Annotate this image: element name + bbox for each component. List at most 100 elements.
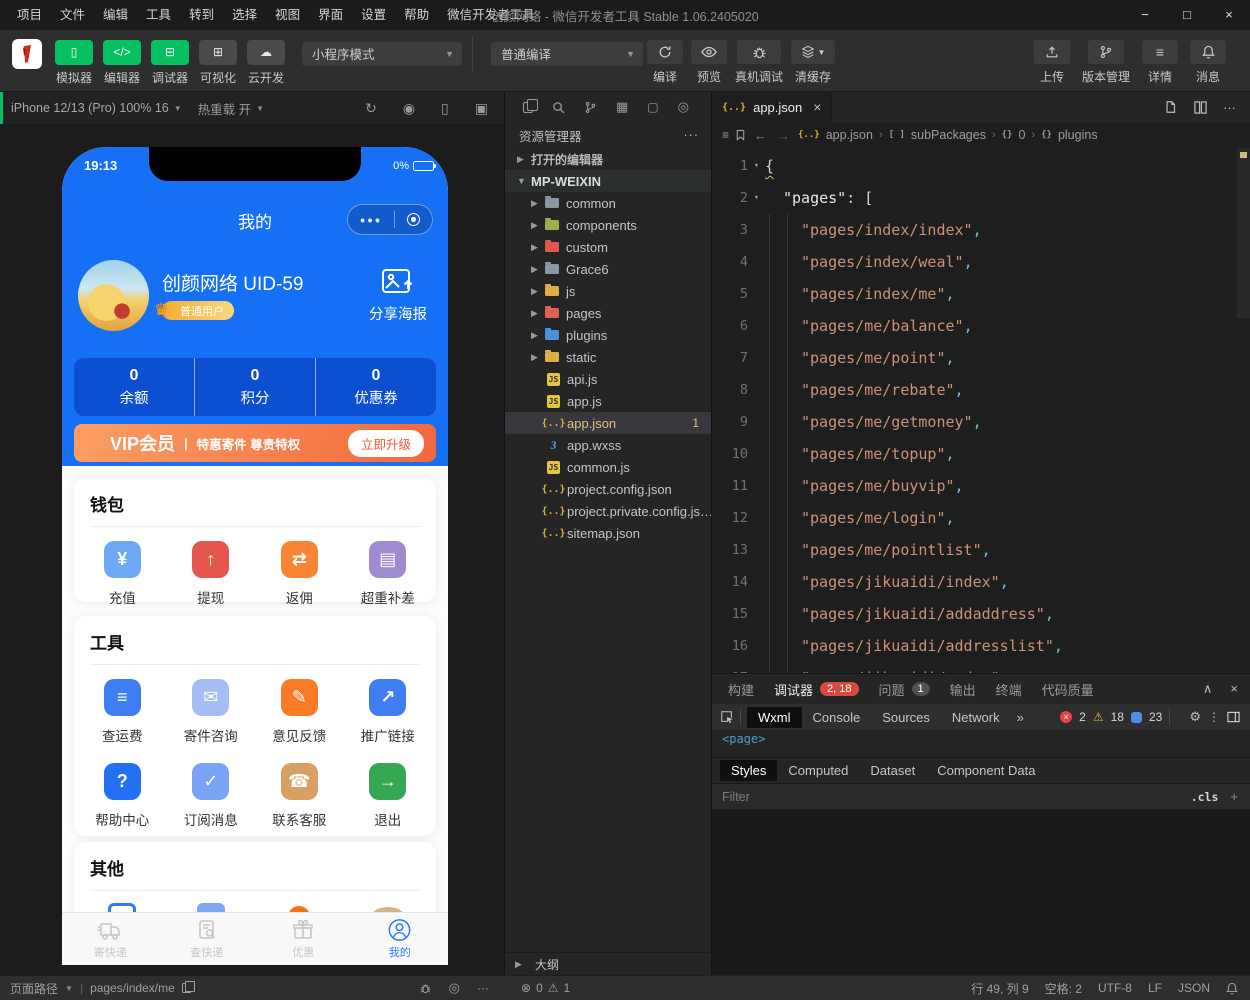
preview-button[interactable]: 预览 bbox=[691, 40, 727, 85]
code-line[interactable]: 14 "pages/jikuaidi/index", bbox=[712, 566, 1236, 598]
menu-item[interactable]: 微信开发者工具 bbox=[438, 0, 544, 30]
breadcrumb-file[interactable]: app.json bbox=[826, 128, 873, 142]
explorer-file-row[interactable]: JS common.js bbox=[505, 456, 711, 478]
panel-toggle-button[interactable]: ▯ 模拟器 bbox=[50, 40, 98, 86]
debugger-tab[interactable]: 问题 1 bbox=[879, 680, 930, 699]
style-tab[interactable]: Styles bbox=[720, 760, 777, 781]
tab-send-express[interactable]: 寄快递 bbox=[62, 913, 159, 965]
code-line[interactable]: 13 "pages/me/pointlist", bbox=[712, 534, 1236, 566]
debugger-tab[interactable]: 代码质量 bbox=[1042, 680, 1094, 699]
explorer-file-row[interactable]: {..} project.private.config.js… bbox=[505, 500, 711, 522]
message-count[interactable]: 23 bbox=[1149, 710, 1162, 724]
explorer-folder-row[interactable]: ▶ common bbox=[505, 192, 711, 214]
remote-debug-button[interactable]: 真机调试 bbox=[735, 40, 783, 85]
compile-mode-select[interactable]: 普通编译 ▼ bbox=[491, 42, 643, 66]
code-line[interactable]: 3 "pages/index/index", bbox=[712, 214, 1236, 246]
outline-box-icon[interactable]: ▢ bbox=[647, 100, 658, 114]
code-line[interactable]: 17 "pages/jikuaidi/order", bbox=[712, 662, 1236, 673]
panel-toggle-button[interactable]: ⊞ 可视化 bbox=[194, 40, 242, 86]
tools-grid-item[interactable]: ✉ 寄件咨询 bbox=[167, 679, 256, 745]
eol-setting[interactable]: LF bbox=[1148, 981, 1162, 995]
debugger-tab[interactable]: 终端 bbox=[996, 680, 1022, 699]
bell-icon[interactable] bbox=[1226, 982, 1238, 995]
upgrade-button[interactable]: 立即升级 bbox=[348, 430, 424, 457]
add-style-icon[interactable]: + bbox=[1230, 789, 1238, 804]
miniprogram-capsule[interactable]: ●●● bbox=[347, 204, 433, 235]
restart-icon[interactable]: ↻ bbox=[365, 100, 377, 117]
menu-item[interactable]: 选择 bbox=[223, 0, 266, 30]
points-stat[interactable]: 0 积分 bbox=[194, 358, 315, 416]
explorer-folder-row[interactable]: ▶ static bbox=[505, 346, 711, 368]
more-actions-icon[interactable]: ··· bbox=[477, 981, 489, 995]
split-editor-icon[interactable] bbox=[1194, 101, 1207, 114]
tools-grid-item[interactable]: ? 帮助中心 bbox=[78, 763, 167, 829]
menu-item[interactable]: 文件 bbox=[51, 0, 94, 30]
open-editors-icon[interactable] bbox=[523, 102, 533, 113]
kebab-menu-icon[interactable]: ⋮ bbox=[1208, 710, 1220, 724]
code-line[interactable]: 9 "pages/me/getmoney", bbox=[712, 406, 1236, 438]
close-button[interactable]: × bbox=[1208, 0, 1250, 30]
tab-track-express[interactable]: 查快递 bbox=[159, 913, 256, 965]
toggle-class-button[interactable]: .cls bbox=[1191, 790, 1219, 804]
debugger-tab[interactable]: 输出 bbox=[950, 680, 976, 699]
code-line[interactable]: 15 "pages/jikuaidi/addaddress", bbox=[712, 598, 1236, 630]
compile-button[interactable]: 编译 bbox=[647, 40, 683, 85]
devtools-tab[interactable]: Console bbox=[802, 707, 872, 728]
style-filter-input[interactable] bbox=[722, 790, 1191, 804]
menu-item[interactable]: 项目 bbox=[8, 0, 51, 30]
minimize-button[interactable]: − bbox=[1124, 0, 1166, 30]
menu-item[interactable]: 界面 bbox=[309, 0, 352, 30]
panel-toggle-button[interactable]: ☁ 云开发 bbox=[242, 40, 290, 86]
tools-grid-item[interactable]: ↗ 推广链接 bbox=[344, 679, 433, 745]
explorer-folder-row[interactable]: ▶ plugins bbox=[505, 324, 711, 346]
explorer-folder-row[interactable]: ▶ js bbox=[505, 280, 711, 302]
code-line[interactable]: 11 "pages/me/buyvip", bbox=[712, 470, 1236, 502]
preview-eye-icon[interactable]: ◎ bbox=[678, 99, 689, 115]
project-root[interactable]: ▼ MP-WEIXIN bbox=[505, 170, 711, 192]
search-icon[interactable] bbox=[552, 101, 565, 114]
tab-me[interactable]: 我的 bbox=[352, 913, 449, 965]
tab-app-json[interactable]: {..} app.json × bbox=[712, 92, 832, 122]
menu-item[interactable]: 编辑 bbox=[94, 0, 137, 30]
details-button[interactable]: ≡ 详情 bbox=[1142, 40, 1178, 85]
code-line[interactable]: 4 "pages/index/weal", bbox=[712, 246, 1236, 278]
fold-chevron-icon[interactable]: ▾ bbox=[748, 193, 765, 203]
wallet-grid-item[interactable]: ▤ 超重补差 bbox=[344, 541, 433, 607]
wallet-grid-item[interactable]: ¥ 充值 bbox=[78, 541, 167, 607]
mode-select[interactable]: 小程序模式 ▼ bbox=[302, 42, 462, 66]
hot-reload-toggle[interactable]: 热重载 开 ▼ bbox=[188, 99, 274, 118]
page-path-label[interactable]: 页面路径 bbox=[10, 980, 58, 997]
menu-item[interactable]: 设置 bbox=[352, 0, 395, 30]
problems-summary[interactable]: ⊗ 0 ⚠ 1 bbox=[505, 981, 712, 995]
explorer-folder-row[interactable]: ▶ Grace6 bbox=[505, 258, 711, 280]
devtools-tab[interactable]: Network bbox=[941, 707, 1011, 728]
breadcrumb-segment[interactable]: subPackages bbox=[911, 128, 986, 142]
indentation-setting[interactable]: 空格: 2 bbox=[1045, 980, 1082, 997]
error-count[interactable]: 2 bbox=[1079, 710, 1086, 724]
menu-item[interactable]: 工具 bbox=[137, 0, 180, 30]
devtools-tab[interactable]: Wxml bbox=[747, 707, 802, 728]
breadcrumb-segment[interactable]: plugins bbox=[1058, 128, 1098, 142]
explorer-file-row[interactable]: JS app.js bbox=[505, 390, 711, 412]
more-dots-icon[interactable]: ●●● bbox=[360, 215, 382, 225]
style-tab[interactable]: Computed bbox=[777, 760, 859, 781]
forward-arrow-icon[interactable]: → bbox=[777, 128, 790, 143]
device-frame-icon[interactable]: ▯ bbox=[441, 100, 449, 117]
bookmark-icon[interactable] bbox=[735, 129, 746, 141]
git-branch-icon[interactable] bbox=[584, 101, 597, 114]
outline-section[interactable]: ▶ 大纲 bbox=[505, 952, 711, 975]
tools-grid-item[interactable]: ☎ 联系客服 bbox=[255, 763, 344, 829]
record-icon[interactable]: ◉ bbox=[403, 100, 415, 117]
multi-window-icon[interactable]: ▣ bbox=[475, 100, 488, 117]
scrollbar[interactable] bbox=[1237, 148, 1250, 318]
tools-grid-item[interactable]: → 退出 bbox=[344, 763, 433, 829]
tools-grid-item[interactable]: ✓ 订阅消息 bbox=[167, 763, 256, 829]
style-tab[interactable]: Component Data bbox=[926, 760, 1046, 781]
visibility-icon[interactable]: ◎ bbox=[449, 980, 460, 996]
cursor-position[interactable]: 行 49, 列 9 bbox=[971, 980, 1028, 997]
code-line[interactable]: 5 "pages/index/me", bbox=[712, 278, 1236, 310]
upload-button[interactable]: 上传 bbox=[1034, 40, 1070, 85]
wallet-grid-item[interactable]: ⇄ 返佣 bbox=[255, 541, 344, 607]
breadcrumb-segment[interactable]: 0 bbox=[1018, 128, 1025, 142]
menu-item[interactable]: 视图 bbox=[266, 0, 309, 30]
